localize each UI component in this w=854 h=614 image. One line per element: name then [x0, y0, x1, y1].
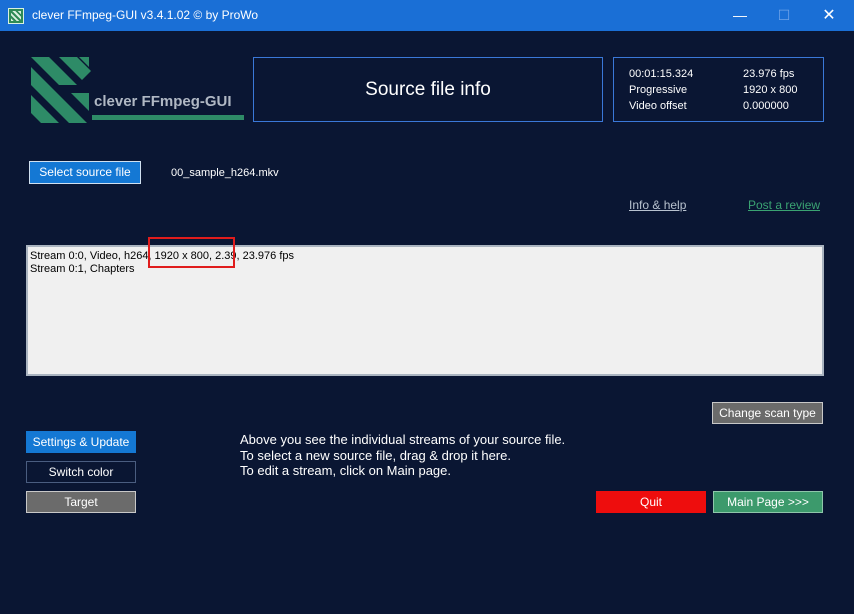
quit-button[interactable]: Quit [596, 491, 706, 513]
app-icon [8, 8, 24, 24]
instruction-line: To edit a stream, click on Main page. [240, 463, 451, 478]
source-info-title: Source file info [253, 57, 603, 122]
post-review-link[interactable]: Post a review [748, 198, 820, 212]
info-help-link[interactable]: Info & help [629, 198, 686, 212]
close-button[interactable]: ✕ [806, 0, 852, 31]
source-filename: 00_sample_h264.mkv [171, 167, 279, 179]
source-info-panel: 00:01:15.324 23.976 fps Progressive 1920… [613, 57, 824, 122]
video-offset-value: 0.000000 [743, 100, 789, 112]
window-title: clever FFmpeg-GUI v3.4.1.02 © by ProWo [32, 8, 259, 22]
main-page-button[interactable]: Main Page >>> [713, 491, 823, 513]
streams-list[interactable]: Stream 0:0, Video, h264, 1920 x 800, 2.3… [26, 245, 824, 376]
maximize-button[interactable]: ☐ [761, 0, 807, 31]
title-bar[interactable]: clever FFmpeg-GUI v3.4.1.02 © by ProWo —… [0, 0, 854, 31]
logo-text: clever FFmpeg-GUI [94, 93, 232, 110]
target-button[interactable]: Target [26, 491, 136, 513]
instruction-line: Above you see the individual streams of … [240, 432, 566, 447]
instruction-line: To select a new source file, drag & drop… [240, 447, 511, 463]
settings-update-button[interactable]: Settings & Update [26, 431, 136, 453]
scan-type-value: Progressive [629, 84, 688, 96]
select-source-file-button[interactable]: Select source file [29, 161, 141, 184]
video-offset-label: Video offset [629, 100, 687, 112]
logo-icon [31, 57, 91, 123]
change-scan-type-button[interactable]: Change scan type [712, 402, 823, 424]
instructions-text: Above you see the individual streams of … [240, 432, 565, 479]
minimize-button[interactable]: — [717, 0, 763, 31]
resolution-value: 1920 x 800 [743, 84, 798, 96]
annotation-highlight [148, 237, 235, 268]
fps-value: 23.976 fps [743, 68, 795, 80]
logo-underline [92, 115, 244, 120]
duration-value: 00:01:15.324 [629, 68, 694, 80]
switch-color-button[interactable]: Switch color [26, 461, 136, 483]
